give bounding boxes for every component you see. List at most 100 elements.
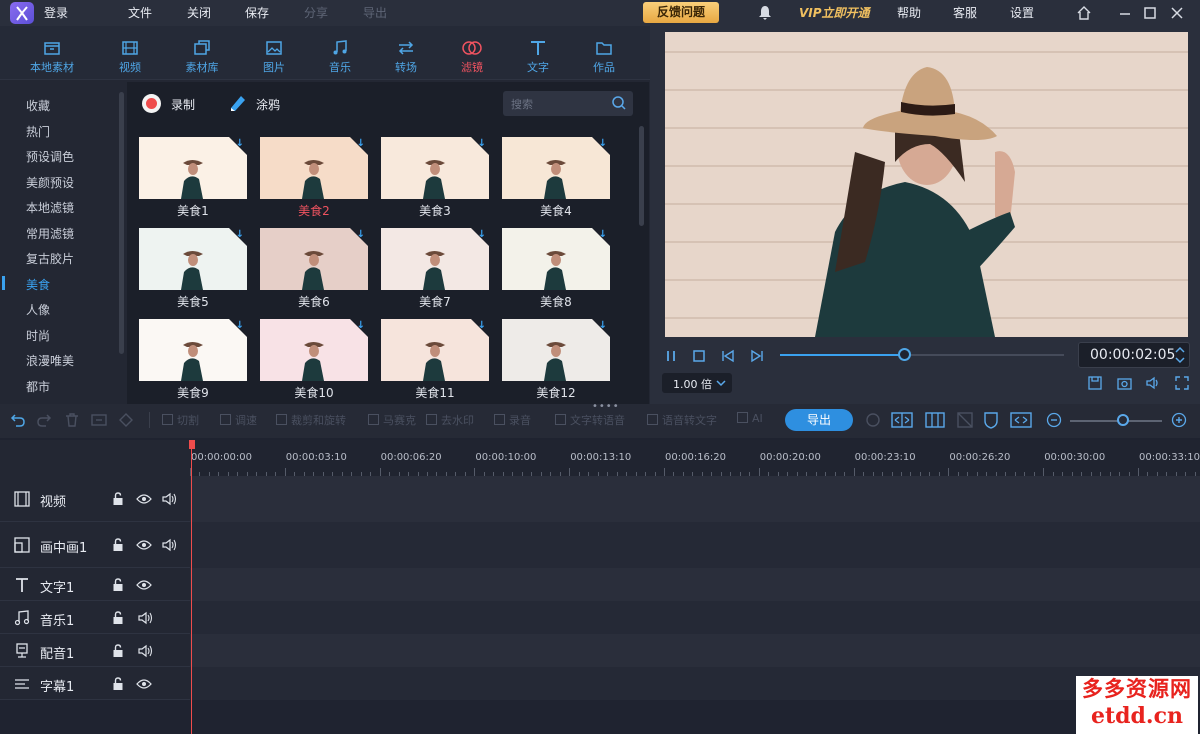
bell-icon[interactable] <box>757 5 773 21</box>
filter-thumbnail[interactable]: ↓ <box>260 137 368 199</box>
fullscreen-icon[interactable] <box>1175 376 1189 390</box>
sidebar-item[interactable]: 收藏 <box>26 97 50 114</box>
delete-icon[interactable] <box>64 412 80 428</box>
eye-icon[interactable] <box>136 539 152 551</box>
track-lane[interactable] <box>190 476 1200 522</box>
download-icon[interactable]: ↓ <box>599 320 607 331</box>
sidebar-item[interactable]: 本地滤镜 <box>26 199 74 216</box>
filter-thumbnail[interactable]: ↓ <box>502 137 610 199</box>
sidebar-item[interactable]: 浪漫唯美 <box>26 352 74 369</box>
search-icon[interactable] <box>611 95 627 111</box>
tab-works[interactable]: 作品 <box>574 26 634 80</box>
filter-thumbnail[interactable]: ↓ <box>139 228 247 290</box>
tool-button[interactable]: 语音转文字 <box>647 412 717 428</box>
eye-icon[interactable] <box>136 579 152 591</box>
maximize-icon[interactable] <box>1143 5 1157 21</box>
stop-icon[interactable] <box>692 349 706 363</box>
login-link[interactable]: 登录 <box>44 4 68 21</box>
download-icon[interactable]: ↓ <box>357 229 365 240</box>
tool-button[interactable]: 去水印 <box>426 412 474 428</box>
filter-thumbnail[interactable]: ↓ <box>260 228 368 290</box>
lock-icon[interactable] <box>112 677 124 691</box>
menu-save[interactable]: 保存 <box>245 4 269 21</box>
download-icon[interactable]: ↓ <box>357 138 365 149</box>
sidebar-item[interactable]: 人像 <box>26 301 50 318</box>
filter-thumbnail[interactable]: ↓ <box>381 228 489 290</box>
download-icon[interactable]: ↓ <box>478 229 486 240</box>
minimize-icon[interactable] <box>1118 5 1132 21</box>
track-lane[interactable] <box>190 568 1200 601</box>
zoom-out-icon[interactable] <box>1046 412 1062 428</box>
home-icon[interactable] <box>1076 5 1092 21</box>
playhead[interactable] <box>191 442 192 734</box>
download-icon[interactable]: ↓ <box>599 138 607 149</box>
filter-thumbnail[interactable]: ↓ <box>139 137 247 199</box>
tool-button[interactable]: 切割 <box>162 412 199 428</box>
download-icon[interactable]: ↓ <box>236 138 244 149</box>
track-lane[interactable] <box>190 601 1200 634</box>
tab-video[interactable]: 视频 <box>100 26 160 80</box>
snapshot-icon[interactable] <box>865 412 881 428</box>
lock-icon[interactable] <box>112 611 124 625</box>
download-icon[interactable]: ↓ <box>599 229 607 240</box>
menu-share[interactable]: 分享 <box>304 4 328 21</box>
playback-progress-handle[interactable] <box>898 348 911 361</box>
tool-button[interactable]: 文字转语音 <box>555 412 625 428</box>
time-stepper-icon[interactable] <box>1174 343 1186 367</box>
timeline-ruler[interactable]: 00:00:00:00 00:00:03:10 00:00:06:20 00:00:1… <box>190 440 1200 476</box>
pause-icon[interactable] <box>664 349 678 363</box>
sidebar-item[interactable]: 时尚 <box>26 327 50 344</box>
next-frame-icon[interactable] <box>750 349 764 363</box>
keyframe-icon[interactable] <box>118 412 134 428</box>
tab-filter[interactable]: 滤镜 <box>442 26 502 80</box>
vip-link[interactable]: VIP立即开通 <box>799 4 870 21</box>
sidebar-item[interactable]: 复古胶片 <box>26 250 74 267</box>
prev-frame-icon[interactable] <box>721 349 735 363</box>
filter-thumbnail[interactable]: ↓ <box>260 319 368 381</box>
grid-scrollbar[interactable] <box>639 126 644 226</box>
sidebar-item[interactable]: 美食 <box>26 276 50 293</box>
tool-button[interactable]: 调速 <box>220 412 257 428</box>
track-lane[interactable] <box>190 667 1200 700</box>
tool-button[interactable]: 马赛克 <box>368 412 416 428</box>
menu-file[interactable]: 文件 <box>128 4 152 21</box>
sidebar-scrollbar[interactable] <box>119 92 124 354</box>
lock-icon[interactable] <box>112 538 124 552</box>
speaker-icon[interactable] <box>162 538 178 552</box>
track-lane[interactable] <box>190 522 1200 568</box>
tab-transition[interactable]: 转场 <box>376 26 436 80</box>
close-icon[interactable] <box>1170 5 1184 21</box>
camera-icon[interactable] <box>1117 376 1132 390</box>
lock-icon[interactable] <box>112 492 124 506</box>
feedback-button[interactable]: 反馈问题 <box>643 2 719 23</box>
tool-button[interactable]: 裁剪和旋转 <box>276 412 346 428</box>
tool-button[interactable]: AI <box>737 412 763 425</box>
filter-thumbnail[interactable]: ↓ <box>502 228 610 290</box>
zoom-slider-handle[interactable] <box>1117 414 1129 426</box>
sidebar-item[interactable]: 都市 <box>26 378 50 395</box>
export-button[interactable]: 导出 <box>785 409 853 431</box>
record-button[interactable]: 录制 <box>171 96 195 113</box>
speaker-icon[interactable] <box>138 611 154 625</box>
save-frame-icon[interactable] <box>1088 376 1102 390</box>
speaker-icon[interactable] <box>138 644 154 658</box>
fit-icon[interactable] <box>891 411 913 429</box>
resize-handle[interactable]: •••• <box>592 401 620 412</box>
speaker-icon[interactable] <box>162 492 178 506</box>
doodle-button[interactable]: 涂鸦 <box>256 96 280 113</box>
tab-local-media[interactable]: 本地素材 <box>22 26 82 80</box>
sidebar-item[interactable]: 美颜预设 <box>26 174 74 191</box>
zoom-slider-track[interactable] <box>1070 420 1162 422</box>
pen-icon[interactable] <box>228 93 248 113</box>
menu-settings[interactable]: 设置 <box>1010 4 1034 21</box>
lock-icon[interactable] <box>112 644 124 658</box>
sidebar-item[interactable]: 常用滤镜 <box>26 225 74 242</box>
download-icon[interactable]: ↓ <box>478 138 486 149</box>
tab-image[interactable]: 图片 <box>244 26 304 80</box>
expand-icon[interactable] <box>1010 411 1032 429</box>
menu-close[interactable]: 关闭 <box>187 4 211 21</box>
split-audio-icon[interactable] <box>91 412 107 428</box>
track-lane[interactable] <box>190 634 1200 667</box>
playhead-handle[interactable] <box>189 440 195 449</box>
download-icon[interactable]: ↓ <box>236 320 244 331</box>
